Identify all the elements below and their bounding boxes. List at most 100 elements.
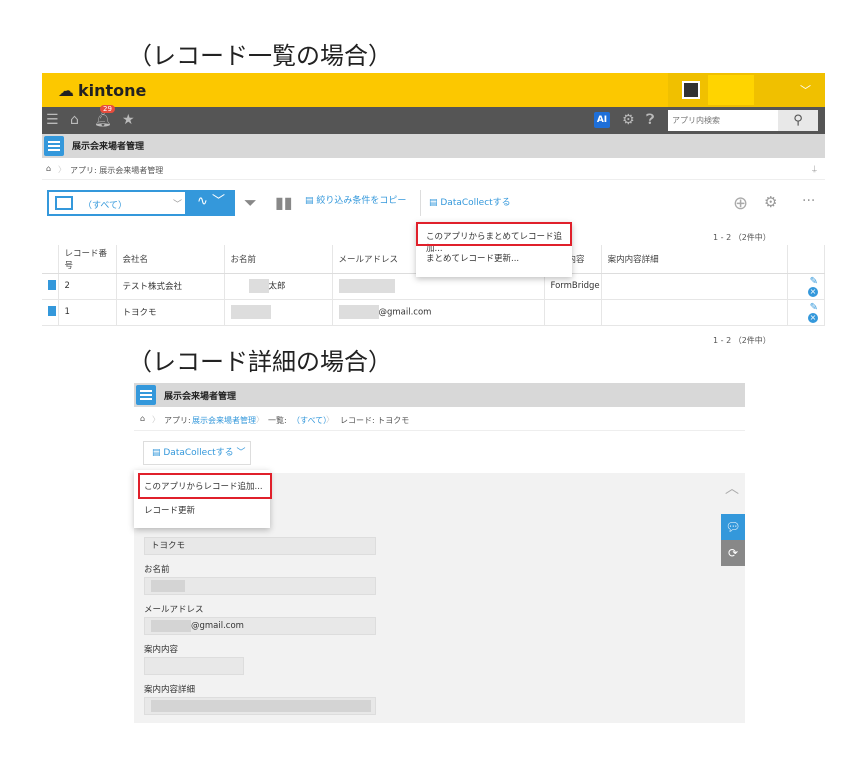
global-nav: ☰ ⌂ 🔔︎ 29 ★ AI ⚙ ❓︎ ⚲ <box>42 105 825 134</box>
copy-filter-button[interactable]: ▤ 絞り込み条件をコピー <box>305 193 406 206</box>
app-title: 展示会来場者管理 <box>164 392 237 402</box>
guide-detail-field <box>144 697 376 715</box>
pin-icon[interactable]: ⍊ <box>812 164 817 174</box>
breadcrumb-record: レコード: トヨクモ <box>340 416 410 425</box>
table-row: 1 トヨクモ @gmail.com ✎× <box>42 299 826 326</box>
name-label: お名前 <box>144 565 170 575</box>
breadcrumb: ⌂ 〉 アプリ: 展示会来場者管理 ⍊ <box>42 160 825 180</box>
home-icon[interactable]: ⌂ <box>70 112 79 128</box>
guide-field <box>144 657 244 675</box>
redacted-text <box>338 305 379 319</box>
edit-icon[interactable]: ✎ <box>810 302 818 313</box>
delete-icon[interactable]: × <box>808 286 818 297</box>
app-title-bar: 展示会来場者管理 <box>134 383 745 407</box>
record-detail-icon[interactable] <box>48 305 56 316</box>
avatar <box>682 81 700 99</box>
datacollect-button[interactable]: ▤ DataCollectする ﹀ <box>420 190 520 234</box>
cell <box>601 273 788 300</box>
gear-icon[interactable]: ⚙ <box>622 112 635 128</box>
guide-label: 案内内容 <box>144 645 179 655</box>
cell: トヨクモ <box>116 299 225 326</box>
cell[interactable] <box>42 273 59 300</box>
app-search-input[interactable] <box>668 110 778 131</box>
app-list-icon <box>44 136 64 156</box>
cell: テスト株式会社 <box>116 273 225 300</box>
chevron-down-icon: ﹀ <box>173 200 183 210</box>
redacted-text <box>248 279 269 293</box>
kintone-logo[interactable]: ☁ kintone <box>58 81 146 100</box>
chevron-down-icon: ﹀ <box>800 84 811 97</box>
breadcrumb-separator: 〉 <box>256 415 264 424</box>
email-label: メールアドレス <box>144 605 204 615</box>
user-name-redacted <box>708 75 754 105</box>
datacollect-button[interactable]: ▤ DataCollectする ﹀ <box>143 441 251 465</box>
history-icon[interactable]: ⟳ <box>721 540 745 566</box>
name-field <box>144 577 376 595</box>
search-icon[interactable]: ⚲ <box>778 110 818 131</box>
cell <box>224 299 333 326</box>
cell: 1 <box>58 299 117 326</box>
help-icon[interactable]: ❓︎ <box>646 112 654 128</box>
star-icon[interactable]: ★ <box>122 112 135 128</box>
menu-icon[interactable]: ☰ <box>46 112 59 128</box>
column-header <box>42 245 59 274</box>
gear-icon[interactable]: ⚙ <box>764 193 777 211</box>
breadcrumb-app[interactable]: 展示会来場者管理 <box>192 415 256 426</box>
kintone-header: ☁ kintone ﹀ <box>42 73 825 107</box>
redacted-text <box>151 619 191 632</box>
menu-item-update-record[interactable]: レコード更新 <box>144 504 195 516</box>
cell[interactable] <box>42 299 59 326</box>
clipboard-icon: ▤ <box>152 448 164 458</box>
app-title: 展示会来場者管理 <box>72 142 145 152</box>
highlight-box <box>138 473 272 499</box>
edit-icon[interactable]: ✎ <box>810 276 818 287</box>
pagination: 1 - 2 （2件中） <box>713 233 771 242</box>
cell: 太郎 <box>224 273 333 300</box>
breadcrumb: ⌂ 〉 アプリ: 展示会来場者管理 〉 一覧: （すべて） 〉 レコード: トヨ… <box>134 409 745 431</box>
ai-icon[interactable]: AI <box>594 112 610 128</box>
list-case-heading: （レコード一覧の場合） <box>128 42 392 70</box>
column-header[interactable]: 会社名 <box>116 245 225 274</box>
email-field: @gmail.com <box>144 617 376 635</box>
guide-detail-label: 案内内容詳細 <box>144 685 196 695</box>
redacted-text <box>338 279 395 293</box>
filter-icon[interactable]: ⏷ <box>244 193 257 213</box>
breadcrumb-separator: 〉 <box>152 415 160 424</box>
notification-badge: 29 <box>100 105 115 113</box>
breadcrumb-app[interactable]: アプリ: 展示会来場者管理 <box>70 165 163 176</box>
cell: 2 <box>58 273 117 300</box>
bar-chart-icon[interactable]: ▮▮ <box>275 193 293 212</box>
menu-item-bulk-update[interactable]: まとめてレコード更新... <box>426 252 519 264</box>
table-view-icon <box>55 196 73 210</box>
graph-button[interactable]: ∿ ﹀ <box>187 190 235 216</box>
app-title-bar: 展示会来場者管理 <box>42 134 825 158</box>
breadcrumb-separator: 〉 <box>58 165 66 174</box>
home-icon[interactable]: ⌂ <box>46 164 51 173</box>
breadcrumb-app-prefix: アプリ: <box>164 416 191 425</box>
graph-icon: ∿ ﹀ <box>196 194 226 209</box>
user-menu[interactable]: ﹀ <box>668 73 825 107</box>
redacted-text <box>151 699 371 712</box>
add-record-icon[interactable]: ⊕ <box>733 193 748 214</box>
view-select[interactable]: （すべて） ﹀ <box>47 190 187 216</box>
column-header[interactable]: レコード番号 <box>58 245 117 274</box>
redacted-text <box>151 579 185 592</box>
breadcrumb-separator: 〉 <box>326 415 334 424</box>
breadcrumb-list-prefix: 一覧: <box>268 416 287 425</box>
record-detail-icon[interactable] <box>48 279 56 290</box>
cell <box>601 299 788 326</box>
column-header[interactable]: 案内内容詳細 <box>601 245 788 274</box>
delete-icon[interactable]: × <box>808 312 818 323</box>
app-list-icon <box>136 385 156 405</box>
chevron-up-icon[interactable]: ︿ <box>725 478 739 498</box>
cell <box>544 299 602 326</box>
more-icon[interactable]: ··· <box>802 193 815 209</box>
clipboard-icon: ▤ <box>429 198 441 208</box>
comment-icon[interactable]: 💬︎ <box>721 514 745 540</box>
column-header[interactable]: お名前 <box>224 245 333 274</box>
cell: ✎× <box>787 299 826 326</box>
home-icon[interactable]: ⌂ <box>140 414 145 423</box>
detail-case-heading: （レコード詳細の場合） <box>128 348 392 376</box>
bell-icon[interactable]: 🔔︎ <box>94 112 112 128</box>
highlight-box <box>416 222 572 246</box>
